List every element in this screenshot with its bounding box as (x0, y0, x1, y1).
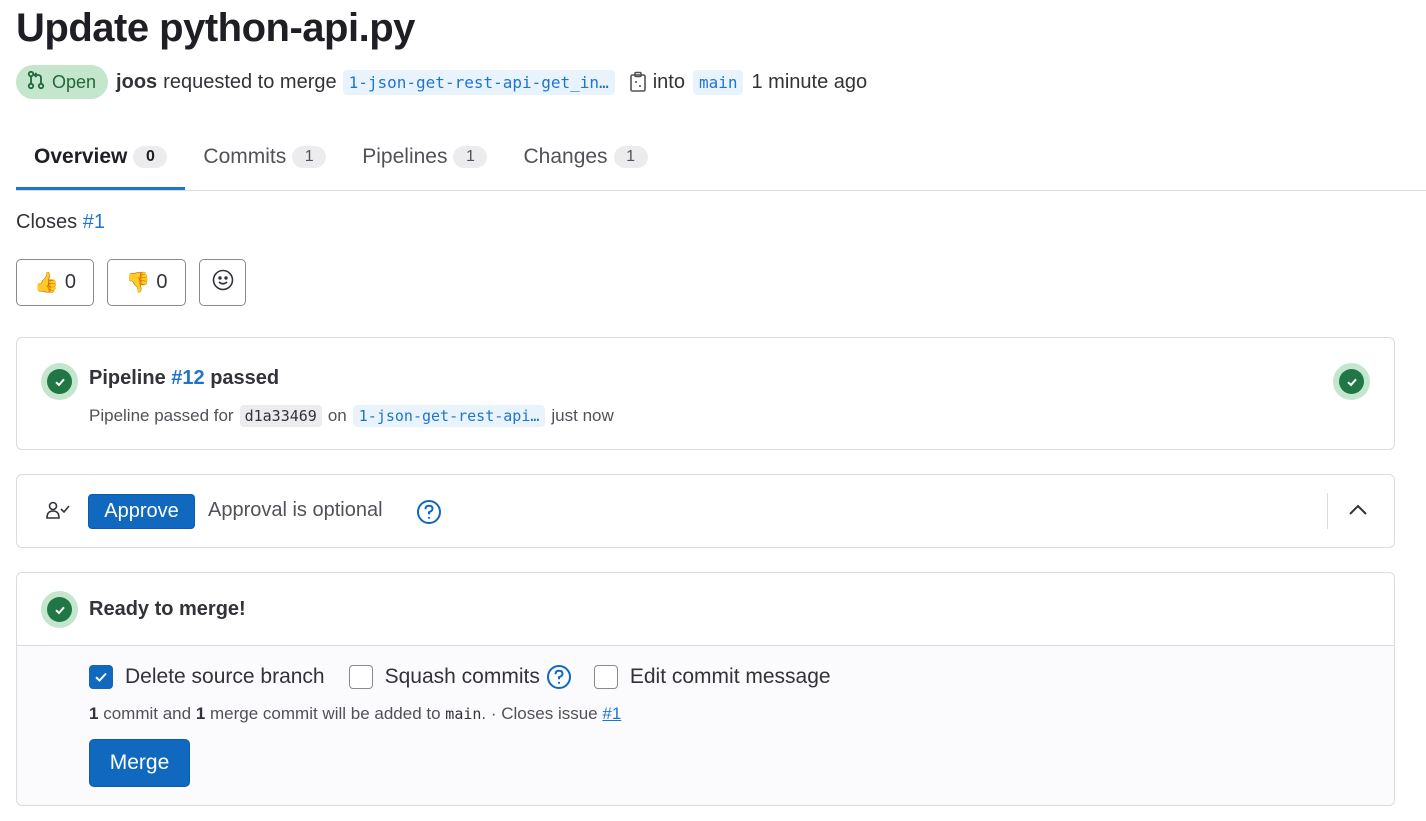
merge-request-tabs: Overview 0 Commits 1 Pipelines 1 Changes… (16, 124, 1426, 191)
edit-commit-message-label: Edit commit message (629, 665, 831, 688)
tab-overview[interactable]: Overview 0 (16, 124, 186, 190)
merge-closes-issue-link[interactable]: #1 (602, 704, 621, 723)
delete-source-branch-checkbox[interactable] (89, 665, 113, 689)
thumbs-up-count: 0 (64, 271, 77, 293)
copy-branch-icon[interactable] (629, 71, 647, 93)
merge-info: 1 commit and 1 merge commit will be adde… (89, 704, 621, 724)
tab-count: 1 (613, 146, 648, 168)
chevron-up-icon (1347, 503, 1369, 522)
pipeline-title: Pipeline #12 passed (89, 367, 279, 390)
author-name[interactable]: joos (116, 71, 157, 94)
thumbs-up-button[interactable]: 👍 0 (16, 259, 94, 306)
tab-changes[interactable]: Changes 1 (505, 124, 665, 190)
merge-request-meta: Open joos requested to merge 1-json-get-… (16, 65, 867, 99)
award-emoji-bar: 👍 0 👎 0 (16, 259, 246, 306)
closes-issue: Closes #1 (16, 211, 105, 234)
tab-label: Overview (34, 145, 128, 168)
status-badge: Open (16, 65, 109, 99)
merge-widget-header: Ready to merge! (17, 573, 1394, 646)
pipeline-link[interactable]: #12 (171, 367, 204, 389)
merge-ready-title: Ready to merge! (89, 598, 246, 620)
merge-widget: Ready to merge! Delete source branch Squ… (16, 572, 1395, 806)
page-title: Update python-api.py (16, 6, 415, 50)
thumbs-down-count: 0 (156, 271, 168, 293)
requested-text: requested to merge (163, 70, 337, 93)
add-reaction-button[interactable] (199, 259, 246, 306)
approval-help-icon[interactable] (416, 499, 442, 525)
approval-user-check-icon (45, 500, 73, 527)
pipeline-branch[interactable]: 1-json-get-rest-api… (352, 405, 546, 427)
approval-widget: Approve Approval is optional (16, 474, 1395, 548)
tab-pipelines[interactable]: Pipelines 1 (344, 124, 505, 190)
closes-label: Closes (16, 211, 78, 233)
tab-count: 1 (453, 146, 488, 168)
tab-count: 0 (133, 146, 168, 168)
merge-button[interactable]: Merge (89, 739, 190, 787)
time-ago: 1 minute ago (751, 70, 868, 93)
smiley-icon (211, 268, 235, 298)
tab-label: Pipelines (362, 145, 448, 168)
commit-count: 1 (89, 704, 99, 723)
merge-target-branch: main (445, 705, 482, 723)
squash-commits-checkbox[interactable] (348, 665, 373, 689)
commit-text: commit and (103, 704, 192, 723)
tab-count: 1 (292, 146, 327, 168)
status-label: Open (52, 71, 97, 92)
merge-options-panel: Delete source branch Squash commits Edit… (17, 646, 1394, 805)
tab-commits[interactable]: Commits 1 (185, 124, 344, 190)
merge-commit-count: 1 (195, 704, 206, 723)
approval-text: Approval is optional (208, 499, 383, 521)
pipeline-title-prefix: Pipeline (89, 367, 166, 389)
delete-source-branch-label: Delete source branch (125, 665, 325, 688)
pipeline-time: just now (551, 406, 614, 425)
delete-source-branch-option[interactable]: Delete source branch (89, 665, 325, 689)
collapse-button[interactable] (1341, 495, 1375, 529)
source-branch[interactable]: 1-json-get-rest-api-get_in… (342, 69, 615, 95)
tab-label: Commits (203, 145, 287, 168)
squash-commits-option[interactable]: Squash commits (348, 665, 540, 689)
thumbs-down-button[interactable]: 👎 0 (107, 259, 186, 306)
squash-commits-label: Squash commits (384, 665, 540, 688)
squash-help-icon[interactable] (546, 664, 572, 690)
thumbs-up-icon: 👍 (33, 272, 59, 294)
thumbs-down-icon: 👎 (125, 272, 151, 294)
pipeline-on-text: on (327, 406, 347, 425)
merge-options: Delete source branch Squash commits Edit… (89, 664, 855, 690)
approval-divider (1327, 493, 1328, 529)
closes-issue-link[interactable]: #1 (83, 211, 105, 233)
pipeline-status-icon (41, 363, 78, 400)
pipeline-details: Pipeline passed for d1a33469 on 1-json-g… (89, 405, 614, 427)
edit-commit-message-checkbox[interactable] (593, 665, 618, 689)
pipeline-status-word: passed (210, 367, 280, 389)
edit-commit-message-option[interactable]: Edit commit message (593, 665, 831, 689)
commit-sha[interactable]: d1a33469 (239, 405, 322, 427)
target-branch[interactable]: main (692, 69, 744, 95)
merge-request-icon (26, 70, 46, 95)
approve-button[interactable]: Approve (88, 494, 195, 529)
pipeline-widget: Pipeline #12 passed Pipeline passed for … (16, 337, 1395, 450)
closes-issue-text: . · Closes issue (481, 704, 598, 723)
pipeline-job-status-icon[interactable] (1333, 363, 1370, 400)
tab-label: Changes (523, 145, 608, 168)
merge-ready-icon (41, 591, 78, 628)
into-text: into (652, 70, 685, 93)
pipeline-sub-prefix: Pipeline passed for (89, 406, 234, 425)
merge-commit-text: merge commit will be added to (210, 704, 441, 723)
